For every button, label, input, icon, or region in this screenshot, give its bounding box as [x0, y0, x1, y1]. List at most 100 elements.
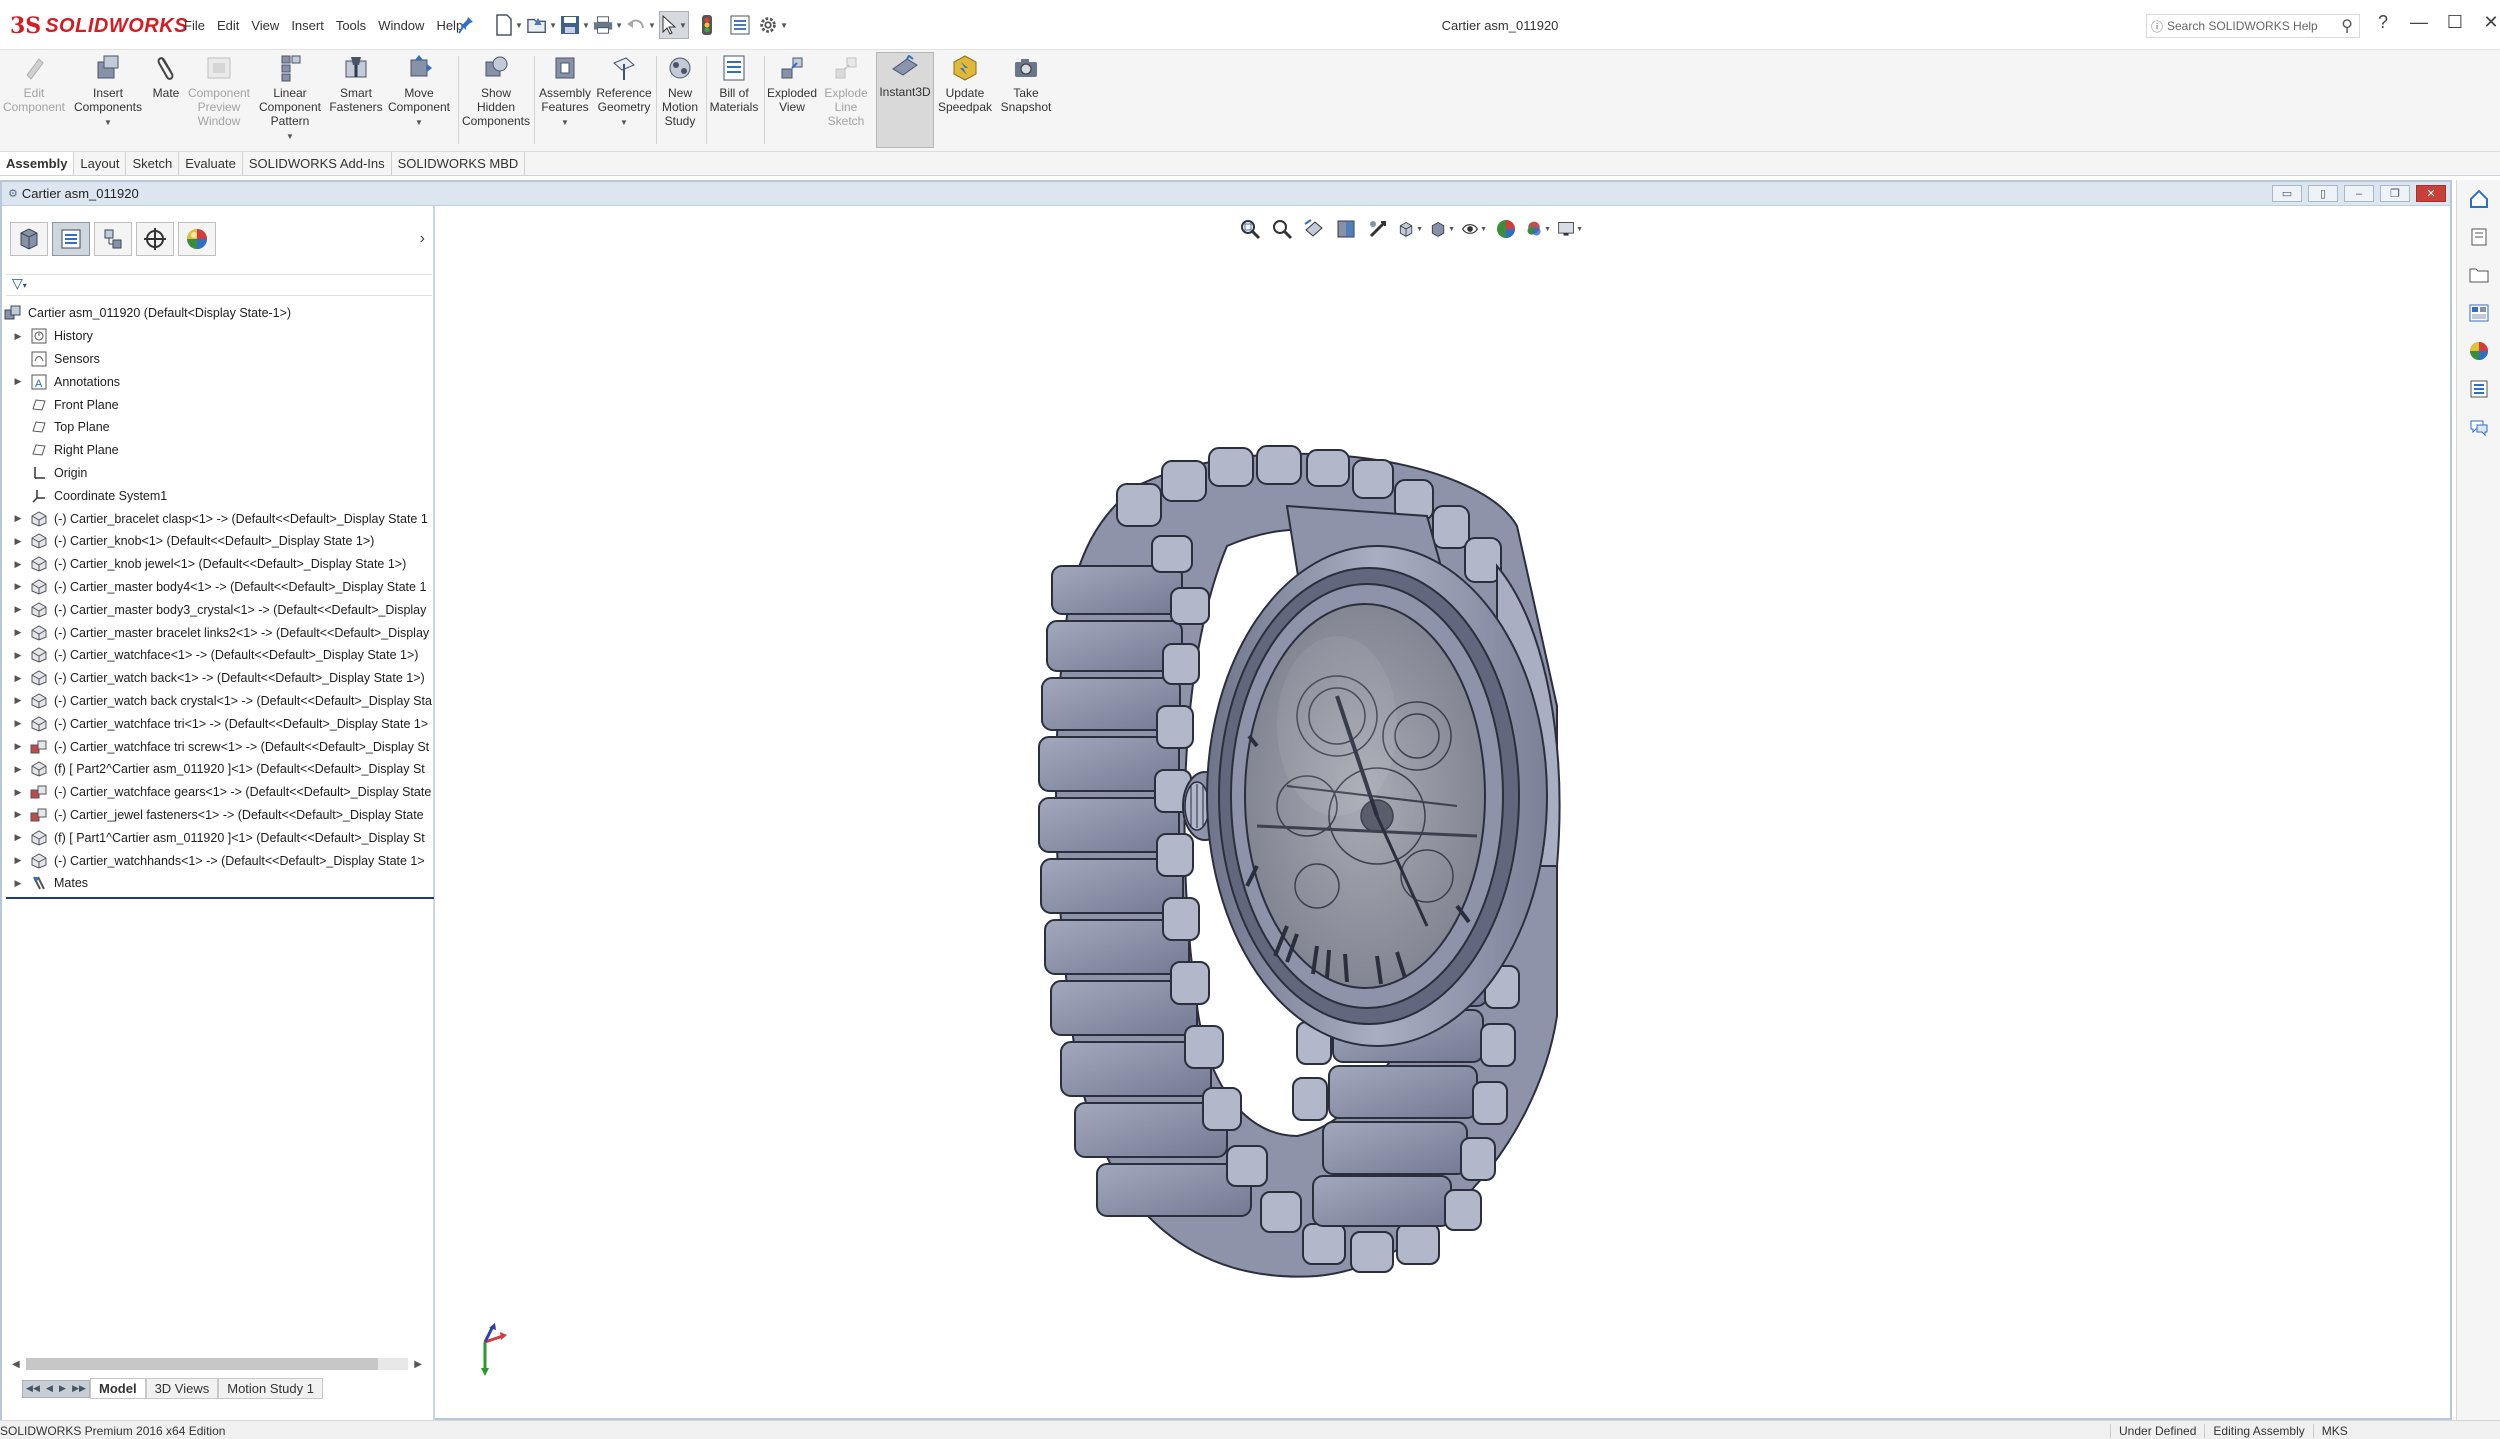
tree-item[interactable]: ▶ (-) Cartier_knob<1> (Default<<Default>_…: [2, 530, 432, 553]
tree-item[interactable]: ▶ (-) Cartier_watchface tri<1> -> (Defaul…: [2, 712, 432, 735]
display-manager-tab[interactable]: [178, 222, 216, 256]
smart-fasteners-button[interactable]: Smart Fasteners: [326, 54, 386, 148]
tree-item[interactable]: ▶ (-) Cartier_watchface<1> -> (Default<<D…: [2, 644, 432, 667]
open-document-button[interactable]: ▼: [527, 11, 557, 39]
tree-item[interactable]: ▶ (-) Cartier_bracelet clasp<1> -> (Defau…: [2, 507, 432, 530]
tree-item[interactable]: ▶ (f) [ Part1^Cartier asm_011920 ]<1> (De…: [2, 826, 432, 849]
print-button[interactable]: ▼: [593, 11, 623, 39]
expand-arrow-icon[interactable]: ▶: [12, 832, 24, 843]
tree-item[interactable]: ▶ A Annotations: [2, 370, 432, 393]
edit-appearance-button[interactable]: [1493, 216, 1519, 242]
explode-line-sketch-button[interactable]: Explode Line Sketch: [818, 54, 874, 148]
tree-item[interactable]: Origin: [2, 462, 432, 485]
tree-item[interactable]: ▶ (-) Cartier_master body4<1> -> (Default…: [2, 576, 432, 599]
scroll-left-icon[interactable]: ◀: [12, 1359, 20, 1370]
feature-tree-filter[interactable]: ▽▾: [6, 274, 432, 296]
tree-item[interactable]: ▶ (-) Cartier_master body3_crystal<1> -> …: [2, 598, 432, 621]
tree-item[interactable]: ▶ (-) Cartier_knob jewel<1> (Default<<Def…: [2, 553, 432, 576]
tree-item[interactable]: ▶ (-) Cartier_jewel fasteners<1> -> (Defa…: [2, 804, 432, 827]
update-speedpak-button[interactable]: Update Speedpak: [936, 54, 994, 148]
watch-3d-model[interactable]: [957, 366, 1657, 1406]
horizontal-scrollbar[interactable]: ◀ ▶: [12, 1356, 422, 1372]
menu-tools[interactable]: Tools: [330, 16, 372, 35]
select-button[interactable]: ▼: [659, 11, 689, 39]
zoom-to-fit-button[interactable]: [1237, 216, 1263, 242]
tile-vertical-button[interactable]: ▯: [2308, 185, 2338, 202]
menu-window[interactable]: Window: [372, 16, 430, 35]
bill-of-materials-button[interactable]: Bill of Materials: [708, 54, 760, 148]
tree-item[interactable]: ▶ (-) Cartier_master bracelet links2<1> -…: [2, 621, 432, 644]
tab-sketch[interactable]: Sketch: [126, 152, 180, 175]
custom-properties-tab[interactable]: [2457, 370, 2500, 408]
tree-item[interactable]: ▶ (-) Cartier_watchhands<1> -> (Default<<…: [2, 849, 432, 872]
exploded-view-button[interactable]: Exploded View: [766, 54, 818, 148]
tab-assembly[interactable]: Assembly: [0, 152, 75, 175]
hide-show-items-button[interactable]: ▼: [1461, 216, 1487, 242]
panel-expand-chevron-icon[interactable]: ›: [420, 230, 425, 248]
expand-arrow-icon[interactable]: ▶: [12, 536, 24, 547]
scrollbar-track[interactable]: [25, 1358, 409, 1370]
file-explorer-tab[interactable]: [2457, 256, 2500, 294]
view-settings-button[interactable]: ▼: [1557, 216, 1583, 242]
tree-root-assembly[interactable]: Cartier asm_011920 (Default<Display Stat…: [2, 302, 432, 325]
tile-horizontal-button[interactable]: ▭: [2272, 185, 2302, 202]
graphics-area[interactable]: ▼ ▼ ▼ ▼ ▼: [437, 206, 2450, 1396]
insert-components-button[interactable]: Insert Components ▼: [70, 54, 146, 148]
linear-pattern-dropdown[interactable]: ▼: [286, 130, 294, 144]
expand-arrow-icon[interactable]: ▶: [12, 650, 24, 661]
tree-item[interactable]: Coordinate System1: [2, 484, 432, 507]
tab-evaluate[interactable]: Evaluate: [179, 152, 243, 175]
expand-arrow-icon[interactable]: ▶: [12, 764, 24, 775]
file-properties-button[interactable]: [725, 11, 755, 39]
undo-button[interactable]: ▼: [626, 11, 656, 39]
reference-geometry-dropdown[interactable]: ▼: [620, 116, 628, 130]
scroll-right-icon[interactable]: ▶: [414, 1359, 422, 1370]
configuration-manager-tab[interactable]: [94, 222, 132, 256]
move-component-button[interactable]: Move Component ▼: [386, 54, 452, 148]
view-orientation-button[interactable]: ▼: [1397, 216, 1423, 242]
edit-component-button[interactable]: Edit Component: [0, 54, 68, 148]
expand-arrow-icon[interactable]: ▶: [12, 604, 24, 615]
expand-arrow-icon[interactable]: ▶: [12, 331, 24, 342]
expand-arrow-icon[interactable]: ▶: [12, 376, 24, 387]
restore-document-button[interactable]: ❐: [2380, 185, 2410, 202]
appearances-tab[interactable]: [2457, 332, 2500, 370]
tab-layout[interactable]: Layout: [74, 152, 127, 175]
expand-arrow-icon[interactable]: ▶: [12, 513, 24, 524]
solidworks-resources-tab[interactable]: [2457, 180, 2500, 218]
close-window-button[interactable]: ✕: [2480, 12, 2500, 33]
tab-model[interactable]: Model: [90, 1378, 146, 1399]
help-search-input[interactable]: Search SOLIDWORKS Help: [2167, 19, 2318, 33]
menu-insert[interactable]: Insert: [285, 16, 330, 35]
close-document-button[interactable]: ✕: [2416, 185, 2446, 202]
new-motion-study-button[interactable]: New Motion Study: [658, 54, 702, 148]
tree-item[interactable]: ▶ (-) Cartier_watch back crystal<1> -> (D…: [2, 690, 432, 713]
menu-view[interactable]: View: [245, 16, 285, 35]
new-document-button[interactable]: ▼: [494, 11, 524, 39]
previous-view-button[interactable]: [1301, 216, 1327, 242]
move-component-dropdown[interactable]: ▼: [415, 116, 423, 130]
save-button[interactable]: ▼: [560, 11, 590, 39]
expand-arrow-icon[interactable]: ▶: [12, 878, 24, 889]
tree-item[interactable]: Right Plane: [2, 439, 432, 462]
property-manager-tab[interactable]: [52, 222, 90, 256]
expand-arrow-icon[interactable]: ▶: [12, 718, 24, 729]
tree-item[interactable]: ▶ History: [2, 325, 432, 348]
maximize-window-button[interactable]: ☐: [2444, 12, 2466, 33]
instant3d-button[interactable]: Instant3D: [876, 52, 934, 148]
section-view-button[interactable]: [1333, 216, 1359, 242]
solidworks-logo[interactable]: 3S SOLIDWORKS: [10, 12, 188, 40]
apply-scene-button[interactable]: ▼: [1525, 216, 1551, 242]
options-button[interactable]: ▼: [758, 11, 788, 39]
tree-rollback-bar[interactable]: [6, 896, 434, 899]
feature-manager-tab[interactable]: [10, 222, 48, 256]
display-style-button[interactable]: ▼: [1429, 216, 1455, 242]
scrollbar-thumb[interactable]: [25, 1358, 378, 1370]
tab-3d-views[interactable]: 3D Views: [145, 1378, 219, 1399]
expand-arrow-icon[interactable]: ▶: [12, 855, 24, 866]
insert-components-dropdown[interactable]: ▼: [104, 116, 112, 130]
expand-arrow-icon[interactable]: ▶: [12, 809, 24, 820]
show-hidden-components-button[interactable]: Show Hidden Components: [460, 54, 532, 148]
help-search-box[interactable]: ⓘ Search SOLIDWORKS Help ⚲: [2146, 14, 2360, 38]
tab-solidworks-add-ins[interactable]: SOLIDWORKS Add-Ins: [243, 152, 392, 175]
